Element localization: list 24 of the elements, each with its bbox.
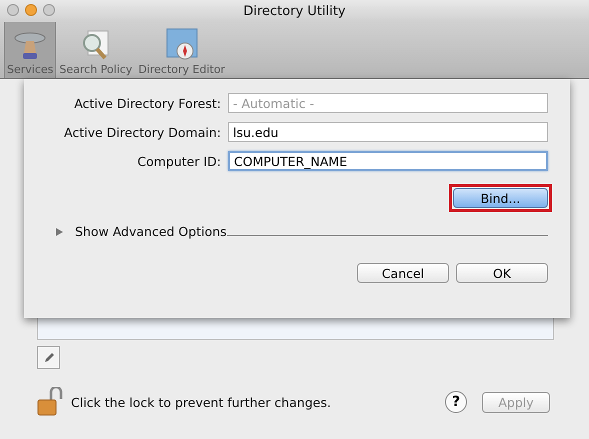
minimize-button[interactable]: [25, 4, 37, 16]
pencil-icon: [42, 352, 54, 364]
lock-status-text: Click the lock to prevent further changes.: [71, 394, 332, 410]
close-button[interactable]: [7, 4, 19, 16]
padlock-icon[interactable]: [37, 387, 63, 417]
tray-icon: [12, 31, 48, 61]
field-label: Active Directory Forest:: [73, 96, 222, 110]
field-label: Active Directory Domain:: [63, 124, 222, 140]
toolbar-tab[interactable]: Search Policy: [56, 22, 136, 78]
compass-icon: [164, 27, 199, 61]
window-title: Directory Utility: [243, 4, 346, 18]
zoom-button[interactable]: [43, 4, 55, 16]
cancel-button[interactable]: Cancel: [357, 263, 449, 283]
bind-button[interactable]: Bind...: [453, 188, 548, 208]
input-field[interactable]: lsu.edu: [228, 122, 548, 142]
toolbar-tab[interactable]: Directory Editor: [135, 22, 228, 78]
edit-button[interactable]: [37, 346, 60, 369]
advanced-options-toggle[interactable]: Show Advanced Options: [75, 224, 227, 239]
input-field[interactable]: COMPUTER_NAME: [228, 151, 548, 171]
input-field[interactable]: - Automatic -: [228, 93, 548, 113]
help-button[interactable]: ?: [445, 391, 467, 413]
disclosure-triangle-icon[interactable]: [56, 228, 63, 236]
field-label: Computer ID:: [136, 154, 222, 168]
ok-button[interactable]: OK: [456, 263, 548, 283]
